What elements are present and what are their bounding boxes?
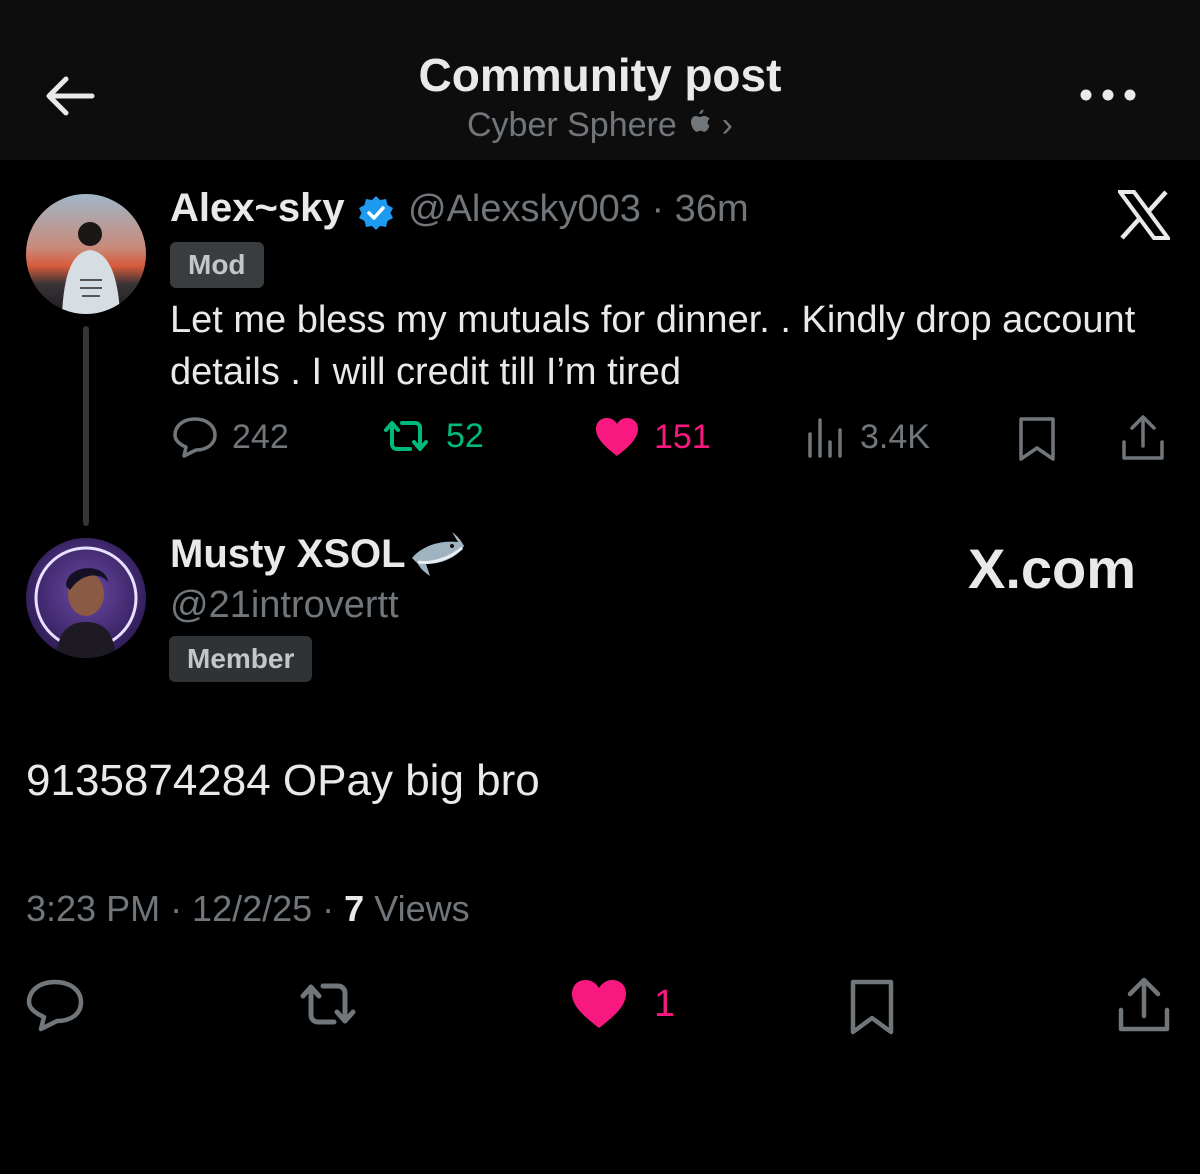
- like-button[interactable]: 151: [594, 416, 711, 458]
- reply-author-name[interactable]: Musty XSOL: [170, 532, 406, 577]
- reply-icon: [173, 417, 217, 458]
- avatar[interactable]: [26, 538, 146, 658]
- bookmark-button[interactable]: [848, 978, 896, 1036]
- shark-emoji-icon: [408, 528, 466, 582]
- x-watermark-text: X.com: [968, 537, 1137, 600]
- repost-icon: [300, 983, 356, 1025]
- community-name: Cyber Sphere: [466, 106, 677, 144]
- share-button[interactable]: [1120, 414, 1166, 462]
- reply-text: 9135874284 OPay big bro: [26, 756, 540, 805]
- reply-author-handle[interactable]: @21introvertt: [170, 584, 399, 627]
- reply-button[interactable]: [26, 978, 84, 1032]
- more-dots-icon: [1080, 89, 1136, 101]
- share-button[interactable]: [1116, 976, 1172, 1034]
- chevron-right-icon: ›: [721, 106, 733, 144]
- repost-button[interactable]: [296, 978, 360, 1030]
- heart-filled-icon: [596, 418, 638, 456]
- thread-connector: [83, 326, 89, 526]
- top-bar: Community post Cyber Sphere ›: [0, 0, 1200, 160]
- bookmark-button[interactable]: [1016, 416, 1058, 462]
- like-count: 1: [654, 982, 676, 1025]
- repost-icon: [384, 421, 428, 451]
- reply-button[interactable]: 242: [172, 416, 289, 458]
- avatar[interactable]: [26, 194, 146, 314]
- mod-badge: Mod: [170, 242, 264, 288]
- member-badge: Member: [169, 636, 313, 682]
- share-icon: [1118, 977, 1170, 1032]
- views-chart-icon: [808, 418, 842, 458]
- reply-icon: [26, 979, 84, 1032]
- page-title: Community post: [418, 49, 782, 101]
- reply-views-count: 7: [344, 888, 365, 929]
- x-logo-icon: [1116, 190, 1172, 240]
- repost-button[interactable]: 52: [380, 416, 484, 456]
- bookmark-icon: [1019, 417, 1055, 461]
- reply-timestamp: 3:23 PM · 12/2/25 ·: [26, 888, 345, 929]
- verified-badge-icon: [358, 195, 394, 231]
- post-text: Let me bless my mutuals for dinner. . Ki…: [170, 299, 1136, 393]
- views-count: 3.4K: [860, 417, 930, 456]
- reply-meta: 3:23 PM · 12/2/25 · 7 Views: [26, 888, 470, 930]
- repost-count: 52: [446, 416, 484, 455]
- reply-count: 242: [232, 417, 289, 456]
- x-com-watermark: X.com: [968, 536, 1136, 601]
- like-count: 151: [654, 417, 711, 456]
- author-handle-time[interactable]: @Alexsky003 · 36m: [408, 188, 749, 231]
- reply-views-label: Views: [364, 888, 470, 929]
- apple-icon: [686, 108, 712, 147]
- views-button[interactable]: 3.4K: [806, 416, 930, 458]
- author-handle: @Alexsky003: [408, 188, 641, 230]
- like-button[interactable]: 1: [570, 978, 675, 1030]
- community-link[interactable]: Cyber Sphere ›: [0, 106, 1200, 147]
- heart-filled-icon: [572, 980, 626, 1028]
- author-name[interactable]: Alex~sky: [170, 186, 345, 231]
- more-options-button[interactable]: [1078, 80, 1138, 110]
- bookmark-icon: [850, 979, 894, 1035]
- post-time: · 36m: [651, 188, 749, 230]
- share-icon: [1122, 415, 1164, 460]
